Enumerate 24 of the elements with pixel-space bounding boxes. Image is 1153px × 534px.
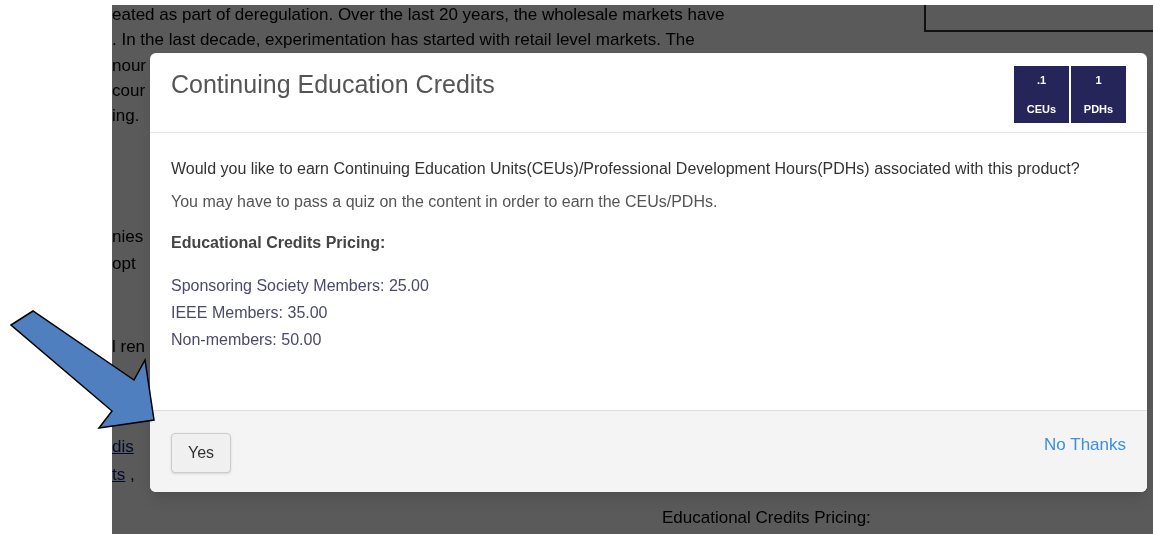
no-thanks-link[interactable]: No Thanks (1044, 431, 1126, 458)
background-text: eated as part of deregulation. Over the last 20 years, the wholesale markets have (112, 6, 725, 24)
price-text: Non-members: 50.00 (171, 330, 323, 350)
background-text: nour (112, 57, 147, 75)
price-text: Sponsoring Society Members: 25.00 (171, 276, 430, 296)
question-text: Would you like to earn Continuing Education Units(CEUs)/Professional Development Hours(PDHs) associated with this product? (171, 159, 1081, 179)
credit-badge: .1 CEUs (1014, 66, 1069, 123)
link[interactable]: ts (112, 466, 126, 484)
background-heading: Educational Credits Pricing: (662, 508, 871, 527)
background-text: l ren (112, 338, 146, 356)
background-text: opt (112, 255, 136, 273)
credit-badge: 1 PDHs (1071, 66, 1126, 123)
background-text: ing. (112, 107, 140, 125)
price-text: IEEE Members: 35.00 (171, 303, 329, 323)
yes-button[interactable]: Yes (171, 432, 232, 473)
background-text: , (128, 466, 135, 484)
pricing-heading: Educational Credits Pricing: (171, 233, 387, 253)
background-text: nies (112, 228, 144, 246)
background-text: cour (112, 82, 146, 100)
note-text: You may have to pass a quiz on the content in order to earn the CEUs/PDHs. (171, 192, 719, 212)
link[interactable]: dis (112, 438, 134, 456)
background-text: . In the last decade, experimentation has started with retail level markets. The (112, 31, 695, 49)
modal-title: Continuing Education Credits (171, 69, 495, 100)
arrow-icon (9, 310, 157, 432)
